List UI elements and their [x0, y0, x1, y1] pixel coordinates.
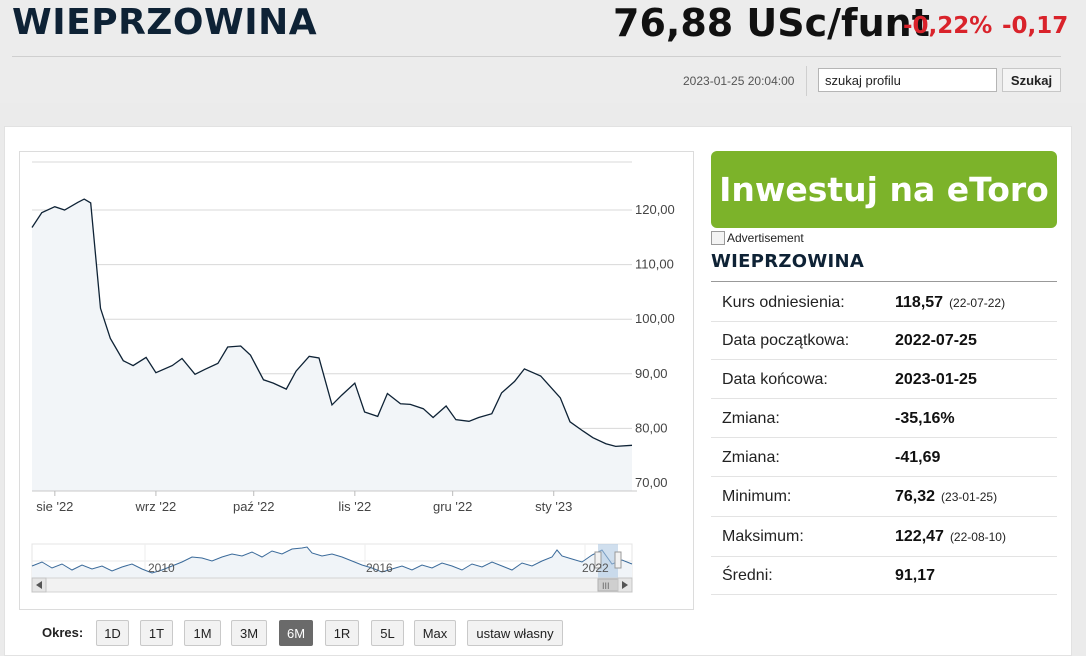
stats-value-number: 91,17	[895, 567, 936, 584]
x-tick-label: sty '23	[535, 499, 572, 514]
stats-row: Zmiana: -41,69	[711, 438, 1057, 477]
chart-container: 120,00 110,00 100,00 90,00 80,00 70,00 sie '2…	[19, 151, 694, 610]
stats-row: Kurs odniesienia: 118,57 (22-07-22)	[711, 283, 1057, 322]
search-button[interactable]: Szukaj	[1002, 68, 1061, 92]
stats-label: Średni:	[722, 567, 773, 584]
navigator-label-2016: 2016	[366, 561, 393, 575]
stats-label: Minimum:	[722, 488, 792, 505]
change-percent: -0,22%	[903, 13, 993, 39]
stats-label: Data końcowa:	[722, 371, 828, 388]
price-area	[32, 199, 632, 491]
page-title: WIEPRZOWINA	[12, 2, 318, 43]
stats-row: Maksimum: 122,47 (22-08-10)	[711, 517, 1057, 557]
stats-date: (22-08-10)	[949, 530, 1006, 544]
period-button-1d[interactable]: 1D	[96, 620, 129, 646]
stats-value: 118,57 (22-07-22)	[895, 294, 1005, 312]
x-tick-label: paź '22	[233, 499, 275, 514]
stats-value: 2023-01-25	[895, 371, 977, 389]
search-input[interactable]	[818, 68, 997, 92]
stats-value: 2022-07-25	[895, 332, 977, 350]
y-axis: 120,00 110,00 100,00 90,00 80,00 70,00	[635, 202, 675, 490]
stats-value-number: -41,69	[895, 449, 941, 466]
stats-label: Maksimum:	[722, 528, 804, 545]
stats-row: Data końcowa: 2023-01-25	[711, 360, 1057, 399]
navigator-label-2022: 2022	[582, 561, 609, 575]
x-tick-label: lis '22	[338, 499, 371, 514]
stats-label: Kurs odniesienia:	[722, 294, 845, 311]
x-tick-label: wrz '22	[135, 499, 177, 514]
x-tick-label: sie '22	[36, 499, 73, 514]
chart-scrollbar[interactable]: III	[31, 577, 633, 593]
stats-title-divider	[711, 281, 1057, 282]
stats-label: Data początkowa:	[722, 332, 850, 349]
stats-row: Średni: 91,17	[711, 557, 1057, 595]
period-button-1m[interactable]: 1M	[184, 620, 221, 646]
stats-value-number: -35,16%	[895, 410, 955, 427]
stats-value-number: 118,57	[895, 294, 944, 311]
stats-title: WIEPRZOWINA	[711, 251, 865, 272]
y-tick-label: 100,00	[635, 311, 675, 326]
period-button-5l[interactable]: 5L	[371, 620, 404, 646]
stats-date: (22-07-22)	[949, 296, 1006, 310]
period-button-6m[interactable]: 6M	[279, 620, 313, 646]
advertisement-image[interactable]: Advertisement	[711, 231, 804, 245]
header-divider	[12, 56, 1061, 57]
stats-value: -35,16%	[895, 410, 955, 428]
stats-row: Minimum: 76,32 (23-01-25)	[711, 477, 1057, 517]
y-tick-label: 120,00	[635, 202, 675, 217]
navigator-label-2010: 2010	[148, 561, 175, 575]
advertisement-alt-text: Advertisement	[727, 231, 804, 245]
y-tick-label: 80,00	[635, 420, 668, 435]
stats-value-number: 2023-01-25	[895, 371, 977, 388]
x-tick-label: gru '22	[433, 499, 472, 514]
stats-value-number: 122,47	[895, 528, 944, 545]
stats-label: Zmiana:	[722, 410, 780, 427]
stats-label: Zmiana:	[722, 449, 780, 466]
y-tick-label: 90,00	[635, 366, 668, 381]
period-button-ustaw-własny[interactable]: ustaw własny	[467, 620, 563, 646]
price-chart[interactable]: 120,00 110,00 100,00 90,00 80,00 70,00 sie '2…	[20, 152, 695, 611]
scrollbar-track	[31, 577, 633, 593]
period-label: Okres:	[42, 625, 84, 640]
stats-value: 91,17	[895, 567, 935, 585]
period-button-1t[interactable]: 1T	[140, 620, 173, 646]
period-button-3m[interactable]: 3M	[231, 620, 267, 646]
y-tick-label: 110,00	[635, 257, 674, 272]
broken-image-icon	[711, 231, 725, 245]
stats-row: Zmiana: -35,16%	[711, 399, 1057, 438]
etoro-invest-button[interactable]: Inwestuj na eToro	[711, 151, 1057, 228]
x-axis: sie '22 wrz '22 paź '22 lis '22 gru '22 sty '…	[36, 491, 572, 514]
stats-value: -41,69	[895, 449, 940, 467]
navigator[interactable]: 2010 2016 2022	[31, 543, 633, 579]
thumb-grip-icon: III	[602, 581, 610, 591]
stats-row: Data początkowa: 2022-07-25	[711, 322, 1057, 360]
period-button-1r[interactable]: 1R	[325, 620, 359, 646]
period-button-max[interactable]: Max	[414, 620, 456, 646]
vertical-divider	[806, 66, 807, 96]
stats-value-number: 76,32	[895, 488, 936, 505]
change-absolute: -0,17	[1002, 13, 1069, 39]
stats-value: 76,32 (23-01-25)	[895, 488, 997, 506]
navigator-handle-right	[614, 551, 622, 569]
stats-value: 122,47 (22-08-10)	[895, 528, 1006, 546]
stats-value-number: 2022-07-25	[895, 332, 977, 349]
stats-date: (23-01-25)	[941, 490, 998, 504]
quote-timestamp: 2023-01-25 20:04:00	[683, 74, 795, 88]
header-bar: WIEPRZOWINA 76,88 USc/funt -0,22% -0,17 …	[0, 0, 1086, 103]
y-tick-label: 70,00	[635, 475, 668, 490]
current-price: 76,88 USc/funt	[613, 1, 930, 45]
